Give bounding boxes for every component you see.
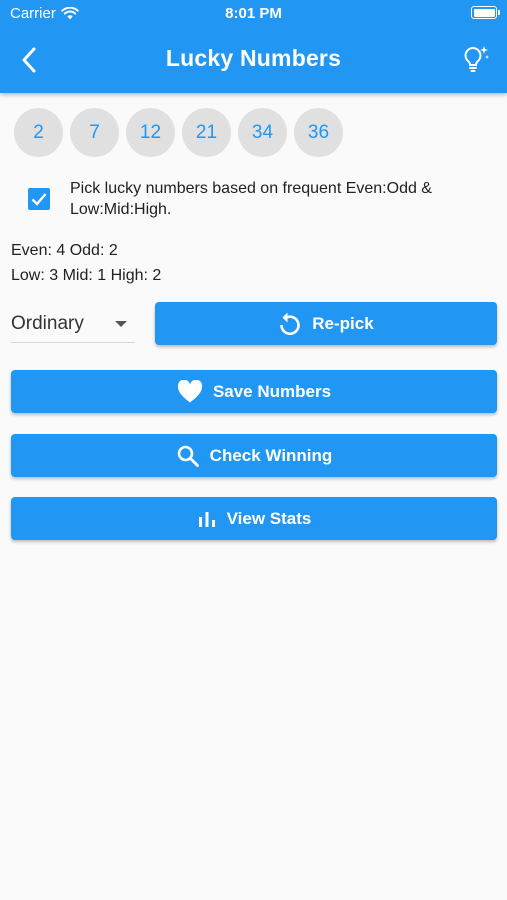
number-ball: 12 [126,108,175,157]
number-ball: 36 [294,108,343,157]
dropdown-selected-value: Ordinary [11,313,84,334]
view-stats-label: View Stats [226,508,312,528]
view-stats-button[interactable]: View Stats [11,497,497,540]
bar-chart-icon [198,511,215,527]
number-ball: 2 [14,108,63,157]
lucky-numbers-row: 2 7 12 21 34 36 [14,108,343,157]
refresh-icon [280,312,301,335]
save-numbers-button[interactable]: Save Numbers [11,370,497,413]
app-bar: Carrier 8:01 PM Lucky Numbers [0,0,507,93]
lightbulb-icon [464,46,489,72]
page-title: Lucky Numbers [165,45,342,71]
dropdown-arrow-icon [115,321,127,327]
check-winning-label: Check Winning [209,445,333,465]
tips-button[interactable] [459,42,493,76]
repick-button-label: Re-pick [312,313,374,333]
save-numbers-label: Save Numbers [212,381,332,401]
number-ball: 34 [238,108,287,157]
checkbox-check-icon [31,193,47,206]
number-ball: 7 [70,108,119,157]
number-stats: Even: 4 Odd: 2 Low: 3 Mid: 1 High: 2 [11,238,161,288]
search-icon [177,445,199,467]
status-time: 8:01 PM [225,5,282,22]
check-winning-button[interactable]: Check Winning [11,434,497,477]
heart-icon [177,380,203,403]
frequency-option-label: Pick lucky numbers based on frequent Eve… [70,180,432,218]
game-type-dropdown[interactable]: Ordinary [11,306,135,343]
status-bar: Carrier 8:01 PM [0,0,507,28]
low-mid-high-stat: Low: 3 Mid: 1 High: 2 [11,267,162,284]
repick-button[interactable]: Re-pick [155,302,497,345]
number-ball: 21 [182,108,231,157]
frequency-checkbox[interactable] [28,188,50,210]
even-odd-stat: Even: 4 Odd: 2 [11,242,118,259]
battery-icon [471,6,500,19]
